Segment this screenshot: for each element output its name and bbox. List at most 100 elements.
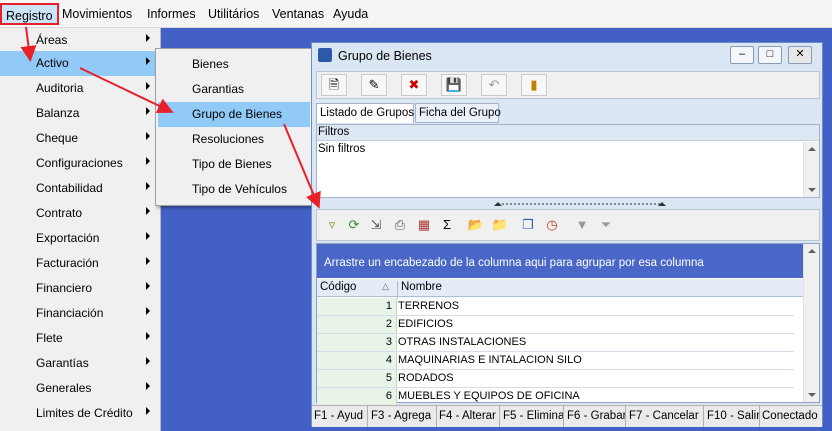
menu-utilitarios[interactable]: Utilitários [208,7,259,21]
menu-item-exportacion[interactable]: Exportación [0,226,160,251]
status-f5-elimina[interactable]: F5 - Elimina [500,406,564,427]
sum-icon[interactable]: Σ [438,217,456,233]
status-f4-alterar[interactable]: F4 - Alterar [437,406,500,427]
menu-item-label: Áreas [36,33,68,47]
folder-icon[interactable]: 📁 [491,217,509,233]
filters-scrollbar[interactable] [803,142,819,197]
menu-item-cheque[interactable]: Cheque [0,126,160,151]
menu-item-contrato[interactable]: Contrato [0,201,160,226]
column-header-nombre[interactable]: Nombre [397,281,794,298]
submenu-arrow-icon [146,257,150,265]
scroll-down-icon[interactable] [808,188,816,192]
status-f6-grabar[interactable]: F6 - Grabar [564,406,626,427]
menu-item-facturacion[interactable]: Facturación [0,251,160,276]
submenu-item-grupo-de-bienes[interactable]: Grupo de Bienes [158,102,310,127]
menu-item-label: Limites de Crédito [36,406,133,420]
expand-all-icon[interactable]: ⏷ [597,217,615,233]
table-row[interactable]: 4 MAQUINARIAS E INTALACION SILO [317,352,794,370]
panel-splitter[interactable] [316,200,820,208]
table-row[interactable]: 5 RODADOS [317,370,794,388]
scroll-up-icon[interactable] [808,249,816,253]
exit-door-icon[interactable]: ▮ [521,74,547,96]
cell-code: 6 [317,388,397,405]
submenu-item-bienes[interactable]: Bienes [158,52,310,77]
copy-icon[interactable]: ❐ [519,217,537,233]
menu-item-generales[interactable]: Generales [0,376,160,401]
menu-ventanas[interactable]: Ventanas [272,7,324,21]
activo-submenu: Bienes Garantias Grupo de Bienes Resoluc… [155,48,313,206]
submenu-item-label: Tipo de Bienes [192,157,272,171]
menu-item-financiacion[interactable]: Financiación [0,301,160,326]
table-row[interactable]: 2 EDIFICIOS [317,316,794,334]
submenu-item-label: Tipo de Vehículos [192,182,287,196]
menu-item-flete[interactable]: Flete [0,326,160,351]
submenu-arrow-icon [146,232,150,240]
refresh-icon[interactable]: ⟳ [345,217,363,233]
menu-registro[interactable]: Registro [0,3,59,25]
group-by-panel[interactable]: Arrastre un encabezado de la columna aqu… [317,244,804,278]
save-record-icon[interactable]: 💾 [441,74,467,96]
filters-header: Filtros [317,125,819,141]
window-title: Grupo de Bienes [338,49,432,63]
tab-ficha-del-grupo[interactable]: Ficha del Grupo [415,103,501,123]
submenu-item-garantias[interactable]: Garantias [158,77,310,102]
edit-record-icon[interactable]: ✎ [361,74,387,96]
menu-item-contabilidad[interactable]: Contabilidad [0,176,160,201]
status-f1-ayuda[interactable]: F1 - Ayud [312,406,368,427]
table-row[interactable]: 3 OTRAS INSTALACIONES [317,334,794,352]
menu-item-balanza[interactable]: Balanza [0,101,160,126]
cell-code: 3 [317,334,397,351]
tab-listado-de-grupos[interactable]: Listado de Grupos [316,103,414,123]
menu-item-configuraciones[interactable]: Configuraciones [0,151,160,176]
record-toolbar: 🗎 ✎ ✖ 💾 ↶ ▮ [316,71,820,99]
table-row[interactable]: 1 TERRENOS [317,298,794,316]
close-button[interactable]: ✕ [788,46,812,64]
menu-item-label: Balanza [36,106,80,120]
expand-down-icon[interactable]: ▼ [573,217,591,233]
filter-icon[interactable]: ▿ [323,217,341,233]
window-titlebar[interactable]: Grupo de Bienes – □ ✕ [312,43,822,69]
cancel-record-icon[interactable]: ↶ [481,74,507,96]
menu-informes[interactable]: Informes [147,7,196,21]
export-icon[interactable]: ⇲ [367,217,385,233]
delete-record-icon[interactable]: ✖ [401,74,427,96]
menu-ayuda[interactable]: Ayuda [333,7,368,21]
status-f10-salir[interactable]: F10 - Salir [704,406,760,427]
new-record-icon[interactable]: 🗎 [321,74,347,96]
table-row[interactable]: 6 MUEBLES Y EQUIPOS DE OFICINA [317,388,794,406]
menu-item-label: Garantías [36,356,89,370]
grid-scrollbar[interactable] [803,244,819,402]
open-folder-icon[interactable]: 📂 [467,217,485,233]
submenu-arrow-icon [146,407,150,415]
columns-icon[interactable]: ▦ [415,217,433,233]
submenu-item-resoluciones[interactable]: Resoluciones [158,127,310,152]
menu-item-label: Financiero [36,281,93,295]
menu-item-label: Generales [36,381,92,395]
scroll-up-icon[interactable] [808,147,816,151]
menu-item-financiero[interactable]: Financiero [0,276,160,301]
scroll-down-icon[interactable] [808,393,816,397]
minimize-button[interactable]: – [730,46,754,64]
maximize-button[interactable]: □ [758,46,782,64]
submenu-arrow-icon [146,132,150,140]
menu-bar: Registro Movimientos Informes Utilitário… [0,0,832,28]
menu-item-garantias[interactable]: Garantías [0,351,160,376]
submenu-item-tipo-de-vehiculos[interactable]: Tipo de Vehículos [158,177,310,202]
menu-item-activo[interactable]: Activo [0,51,160,76]
print-icon[interactable]: ⎙ [391,217,409,233]
status-f3-agrega[interactable]: F3 - Agrega [368,406,437,427]
menu-item-limites-de-credito[interactable]: Limites de Crédito [0,401,160,426]
clock-icon[interactable]: ◷ [543,217,561,233]
submenu-item-label: Grupo de Bienes [192,107,283,121]
submenu-arrow-icon [146,357,150,365]
grupo-de-bienes-window: Grupo de Bienes – □ ✕ 🗎 ✎ ✖ 💾 ↶ ▮ Listad… [311,42,823,427]
submenu-item-tipo-de-bienes[interactable]: Tipo de Bienes [158,152,310,177]
submenu-arrow-icon [146,107,150,115]
menu-item-auditoria[interactable]: Auditoria [0,76,160,101]
registro-dropdown: Áreas Activo Auditoria Balanza Cheque Co… [0,28,161,431]
menu-movimientos[interactable]: Movimientos [62,7,132,21]
submenu-arrow-icon [146,34,150,42]
menu-item-areas[interactable]: Áreas [0,28,160,53]
status-f7-cancelar[interactable]: F7 - Cancelar [626,406,704,427]
column-header-codigo[interactable]: Código [320,281,356,293]
